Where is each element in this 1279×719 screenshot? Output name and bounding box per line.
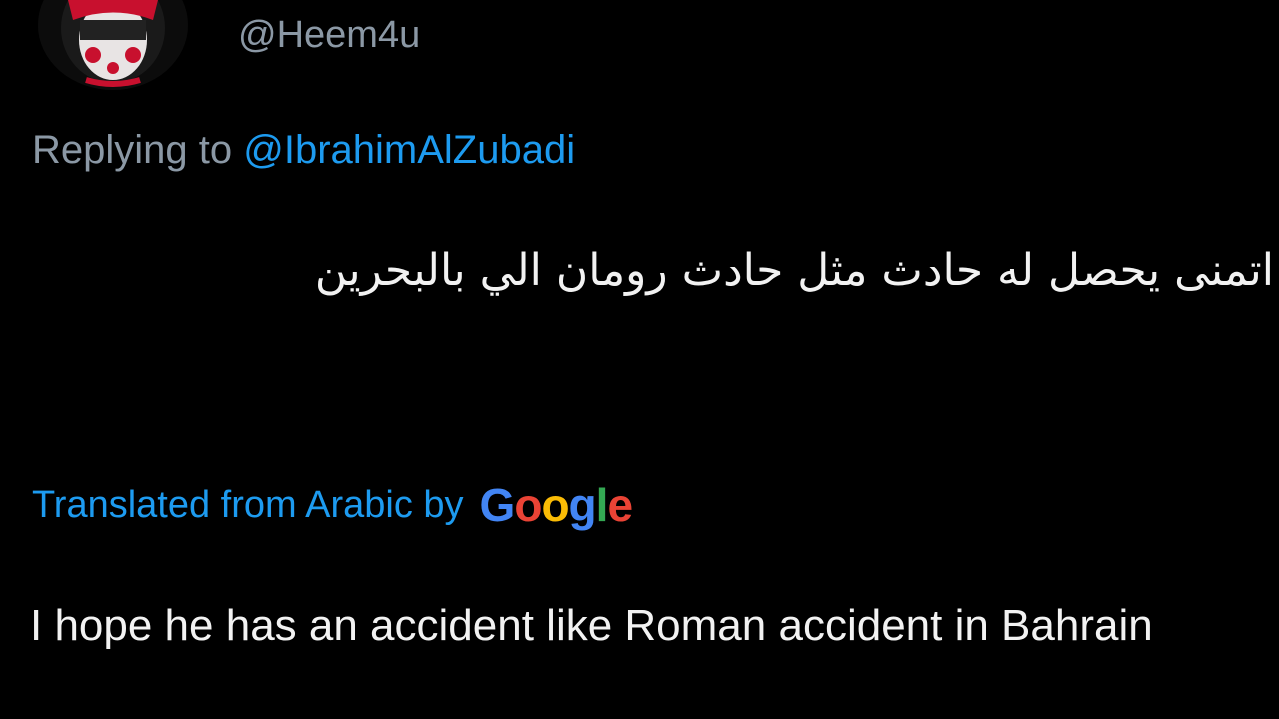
original-tweet-text: اتمنى يحصل له حادث مثل حادث رومان الي با… (314, 245, 1274, 296)
google-logo[interactable]: Google (480, 478, 633, 532)
replying-to-label: Replying to (32, 128, 244, 172)
translated-tweet-text: I hope he has an accident like Roman acc… (30, 601, 1153, 650)
translation-attribution: Translated from Arabic by Google (32, 474, 633, 536)
avatar[interactable] (38, 0, 188, 90)
replying-to-line: Replying to @IbrahimAlZubadi (32, 124, 575, 176)
user-handle[interactable]: @Heem4u (238, 10, 420, 60)
translation-label: Translated from Arabic by (32, 483, 464, 526)
replying-to-mention-link[interactable]: @IbrahimAlZubadi (243, 128, 575, 172)
avatar-image (38, 0, 188, 90)
